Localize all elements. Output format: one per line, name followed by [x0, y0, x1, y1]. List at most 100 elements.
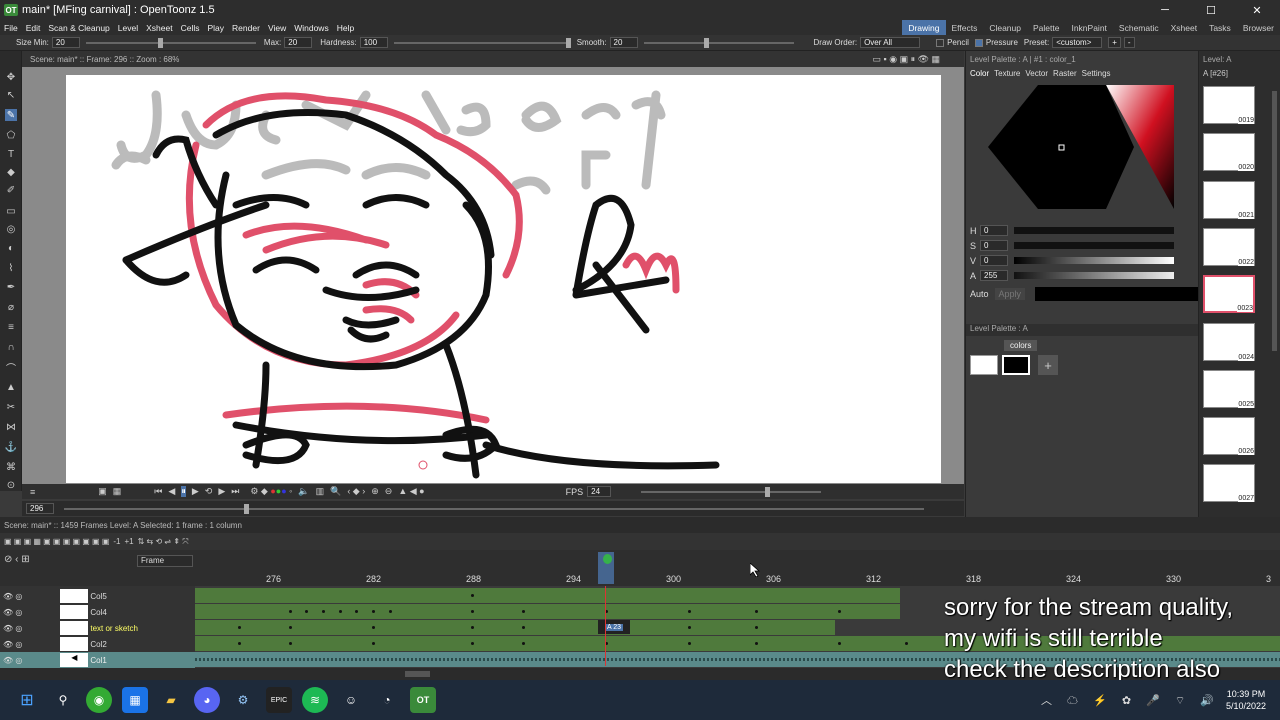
xsheet-tool-icons[interactable]: ▣ ▣ ▣ ▦ ▣ ▣ ▣ ▣ ▣ ▣ ▣ — [4, 537, 109, 546]
palette-page-tab-colors[interactable]: colors — [1004, 340, 1038, 351]
size-max-field[interactable]: 20 — [284, 37, 313, 48]
chrome-icon[interactable]: ◉ — [86, 687, 112, 713]
loop-button[interactable]: ⟲ — [205, 486, 213, 497]
room-tab-palette[interactable]: Palette — [1027, 20, 1065, 35]
menu-file[interactable]: File — [0, 23, 22, 33]
plus-one-button[interactable]: +1 — [125, 537, 134, 546]
menu-windows[interactable]: Windows — [290, 23, 332, 33]
add-preset-button[interactable]: + — [1108, 37, 1121, 48]
close-button[interactable]: ✕ — [1234, 0, 1280, 20]
layer-row[interactable]: 👁 ◎ Col2 — [0, 636, 195, 652]
zoom-in-icon[interactable]: ⊕ — [371, 486, 379, 497]
tab-settings[interactable]: Settings — [1082, 69, 1111, 78]
style-chip-0[interactable] — [970, 355, 998, 375]
room-tab-browser[interactable]: Browser — [1237, 20, 1280, 35]
rgb-picker-tool-icon[interactable]: ⌇ — [5, 262, 17, 274]
menu-help[interactable]: Help — [333, 23, 358, 33]
iron-tool-icon[interactable]: ▲ — [5, 381, 17, 393]
fps-field[interactable]: 24 — [587, 486, 612, 497]
menu-play[interactable]: Play — [204, 23, 229, 33]
search-icon[interactable]: ⚲ — [50, 687, 76, 713]
room-tab-xsheet[interactable]: Xsheet — [1165, 20, 1203, 35]
nav-icons[interactable]: ‹ ◆ › — [347, 486, 365, 497]
pump-tool-icon[interactable]: ≡ — [5, 321, 17, 333]
fps-slider[interactable] — [641, 486, 822, 497]
tray-icons[interactable]: ︿ ☁ ⚡ ✿ 🎤 ⌔ 🔊 — [1041, 692, 1220, 708]
remove-preset-button[interactable]: - — [1123, 37, 1135, 48]
paint-brush-tool-icon[interactable]: ✐ — [5, 184, 17, 196]
checkerboard-icon[interactable]: ▦ — [113, 486, 122, 497]
a-field[interactable]: 255 — [980, 270, 1008, 281]
brush-tool-icon[interactable]: ✎ — [5, 109, 17, 121]
minus-one-button[interactable]: -1 — [113, 537, 120, 546]
file-explorer-icon[interactable]: ▰ — [158, 687, 184, 713]
frame-field[interactable]: 296 — [26, 503, 54, 514]
frame-thumb[interactable]: 0026 — [1203, 417, 1255, 455]
maximize-button[interactable]: ☐ — [1188, 0, 1234, 20]
tab-vector[interactable]: Vector — [1025, 69, 1048, 78]
room-tab-inknpaint[interactable]: InknPaint — [1065, 20, 1112, 35]
tab-raster[interactable]: Raster — [1053, 69, 1077, 78]
apply-button[interactable]: Apply — [994, 288, 1026, 300]
room-tab-tasks[interactable]: Tasks — [1203, 20, 1237, 35]
animate-tool-icon[interactable]: ✥ — [5, 71, 17, 83]
v-field[interactable]: 0 — [980, 255, 1008, 266]
app-icon[interactable]: ☺ — [338, 687, 364, 713]
frame-thumb[interactable]: 0021 — [1203, 181, 1255, 219]
pause-button[interactable]: ⏸ — [181, 486, 186, 497]
frame-thumb[interactable]: 0019 — [1203, 86, 1255, 124]
epic-games-icon[interactable]: EPIC — [266, 687, 292, 713]
last-frame-button[interactable]: ⏭ — [231, 486, 239, 497]
size-min-field[interactable]: 20 — [51, 37, 80, 48]
menu-scan-cleanup[interactable]: Scan & Cleanup — [44, 23, 113, 33]
opentoonz-icon[interactable]: OT — [410, 687, 436, 713]
spotify-icon[interactable]: ≋ — [302, 687, 328, 713]
room-tab-schematic[interactable]: Schematic — [1113, 20, 1165, 35]
size-min-slider[interactable] — [85, 37, 256, 48]
minimize-button[interactable]: ─ — [1142, 0, 1188, 20]
s-slider[interactable] — [1014, 242, 1174, 249]
h-slider[interactable] — [1014, 227, 1174, 234]
eraser-tool-icon[interactable]: ▭ — [5, 205, 17, 217]
current-cell[interactable]: A 23 — [598, 620, 630, 634]
menu-xsheet[interactable]: Xsheet — [142, 23, 176, 33]
zoom-icon[interactable]: 🔍 — [330, 486, 341, 497]
fill-tool-icon[interactable]: ◆ — [5, 166, 17, 178]
room-tab-drawing[interactable]: Drawing — [902, 20, 946, 35]
track-col5[interactable] — [195, 588, 900, 603]
s-field[interactable]: 0 — [980, 240, 1008, 251]
windows-start-icon[interactable]: ⊞ — [14, 687, 40, 713]
hook-tool-icon[interactable]: ⚓ — [5, 441, 17, 453]
preview-toggle-icon[interactable]: ▣ — [98, 486, 107, 497]
zoom-tool-icon[interactable]: ⊙ — [5, 479, 17, 491]
first-frame-button[interactable]: ⏮ — [154, 486, 162, 497]
selection-tool-icon[interactable]: ↖ — [5, 89, 17, 101]
auto-button[interactable]: Auto — [970, 289, 989, 299]
magnet-tool-icon[interactable]: ∩ — [5, 341, 17, 353]
draw-order-select[interactable]: Over All — [860, 37, 921, 48]
playhead-icon[interactable] — [603, 554, 612, 564]
cutter-tool-icon[interactable]: ✂ — [5, 401, 17, 413]
obs-icon[interactable]: ◔ — [374, 687, 400, 713]
clock[interactable]: 10:39 PM 5/10/2022 — [1226, 688, 1266, 712]
menu-view[interactable]: View — [264, 23, 290, 33]
layer-row[interactable]: 👁 ◎ text or sketch — [0, 620, 195, 636]
xsheet-edit-icons[interactable]: ⇅ ⇆ ⟲ ⇌ ⇞ ⤧ — [138, 537, 189, 547]
hardness-field[interactable]: 100 — [359, 37, 388, 48]
pencil-checkbox[interactable] — [936, 38, 945, 47]
layer-row-sound[interactable]: 👁 ◎ ◀ Col1 — [0, 652, 195, 668]
control-point-tool-icon[interactable]: ✒ — [5, 281, 17, 293]
tracker-tool-icon[interactable]: ⌘ — [5, 461, 17, 473]
pressure-checkbox[interactable] — [974, 38, 983, 47]
menu-edit[interactable]: Edit — [22, 23, 45, 33]
play-button[interactable]: ▶ — [192, 486, 199, 497]
v-slider[interactable] — [1014, 257, 1174, 264]
skeleton-tool-icon[interactable]: ⋈ — [5, 421, 17, 433]
geometric-tool-icon[interactable]: ⬠ — [5, 129, 17, 141]
smooth-field[interactable]: 20 — [609, 37, 638, 48]
frame-thumb[interactable]: 0027 — [1203, 464, 1255, 502]
track-col4[interactable] — [195, 604, 900, 619]
a-slider[interactable] — [1014, 272, 1174, 279]
menu-level[interactable]: Level — [114, 23, 142, 33]
frame-zoom-icon[interactable]: ⊘ ‹ ⊞ — [4, 554, 44, 566]
